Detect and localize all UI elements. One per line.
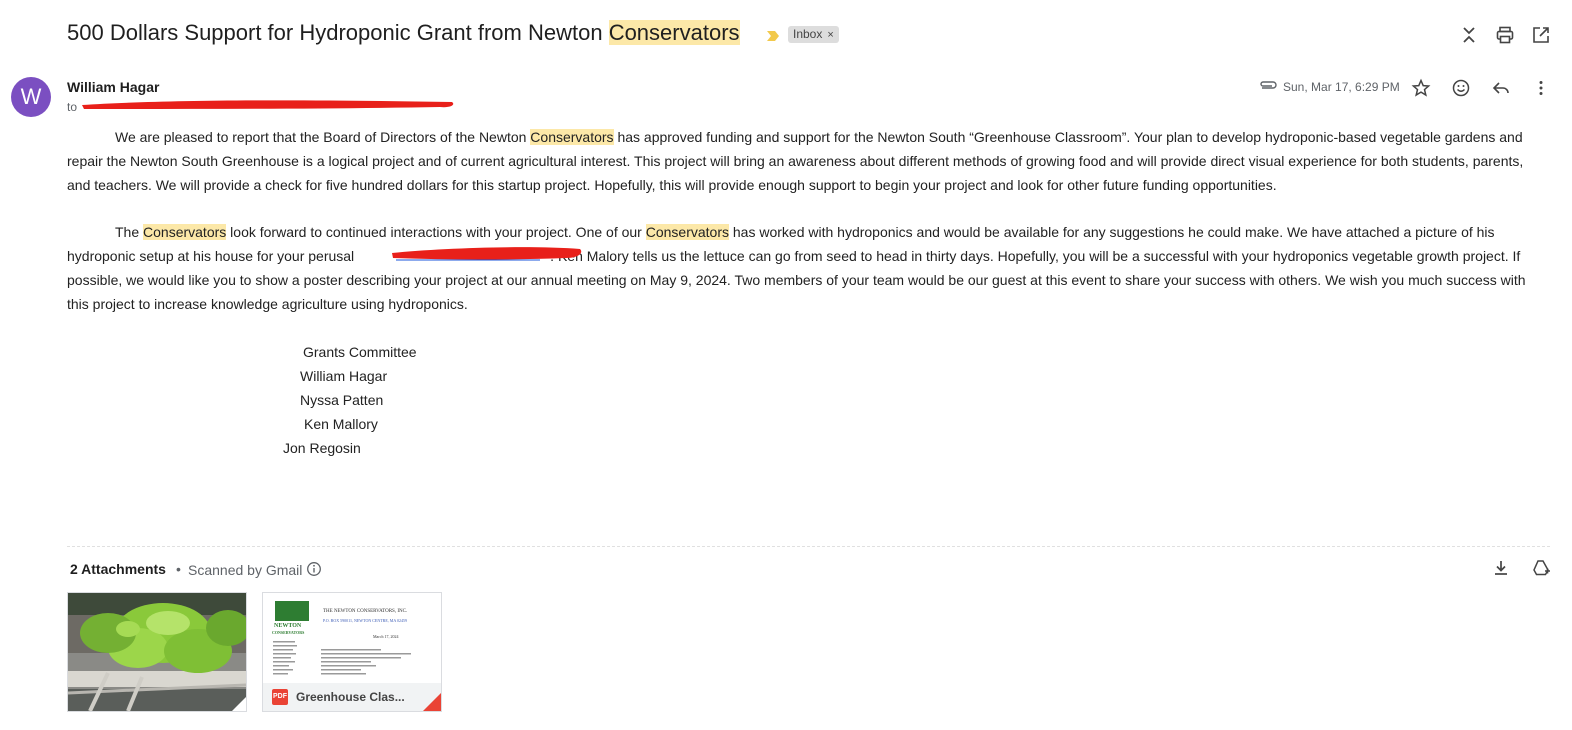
add-to-drive-icon[interactable] (1531, 558, 1551, 583)
download-all-icon[interactable] (1491, 558, 1511, 583)
signature-line: Grants Committee (303, 344, 417, 360)
star-icon[interactable] (1411, 78, 1431, 98)
sender-name[interactable]: William Hagar (67, 79, 159, 95)
collapse-all-icon[interactable] (1459, 25, 1479, 45)
recipient-redaction (80, 97, 458, 116)
recipient-to-label: to (67, 100, 78, 114)
info-icon[interactable] (306, 561, 322, 582)
email-subject: 500 Dollars Support for Hydroponic Grant… (67, 20, 740, 46)
attachment-file-bar: PDF Greenhouse Clas... (263, 683, 441, 711)
signature-line: William Hagar (300, 368, 388, 384)
thumbnail-fold (422, 692, 441, 711)
importance-marker-icon[interactable] (766, 29, 780, 47)
signature-line: Ken Mallory (304, 416, 378, 432)
body-paragraph-1: We are pleased to report that the Board … (67, 129, 1524, 193)
doc-logo-line1: NEWTON (274, 623, 302, 629)
inbox-label-chip[interactable]: Inbox × (788, 26, 839, 43)
attachments-divider (67, 546, 1550, 547)
conservators-logo (275, 601, 309, 621)
hydroponic-photo-image (68, 593, 246, 711)
link-redaction (390, 244, 584, 267)
print-icon[interactable] (1495, 25, 1515, 45)
thumbnail-fold (231, 696, 246, 711)
open-in-new-window-icon[interactable] (1531, 25, 1551, 45)
doc-address: P.O. BOX 590011, NEWTON CENTRE, MA 02459 (323, 618, 408, 623)
doc-text-lines (273, 641, 411, 675)
attachment-pdf-thumbnail[interactable]: NEWTON CONSERVATORS THE NEWTON CONSERVAT… (262, 592, 442, 712)
pdf-icon: PDF (272, 689, 288, 705)
attachments-count: 2 Attachments (70, 561, 166, 577)
inbox-label-text: Inbox (793, 27, 823, 41)
more-options-icon[interactable] (1531, 78, 1551, 98)
remove-label-icon[interactable]: × (827, 29, 833, 41)
doc-org-name: THE NEWTON CONSERVATORS, INC. (323, 609, 408, 614)
body-paragraph-2: The Conservators look forward to continu… (67, 224, 1526, 312)
attachment-clip-icon (1258, 79, 1278, 98)
signature-line: Nyssa Patten (300, 392, 384, 408)
search-highlight: Conservators (530, 129, 614, 145)
subject-text: 500 Dollars Support for Hydroponic Grant… (67, 20, 609, 45)
attachments-separator: • (176, 561, 181, 577)
sender-avatar[interactable]: W (11, 77, 51, 117)
attachment-file-name: Greenhouse Clas... (296, 690, 405, 704)
reply-icon[interactable] (1491, 78, 1511, 98)
message-date: Sun, Mar 17, 6:29 PM (1283, 80, 1400, 94)
attachment-photo-thumbnail[interactable] (67, 592, 247, 712)
scanned-by-gmail-label: Scanned by Gmail (188, 562, 303, 578)
search-highlight: Conservators (645, 224, 729, 240)
emoji-reaction-icon[interactable] (1451, 78, 1471, 98)
subject-search-highlight: Conservators (608, 20, 740, 45)
search-highlight: Conservators (143, 224, 227, 240)
signature-line: Jon Regosin (283, 440, 361, 456)
doc-logo-line2: CONSERVATORS (272, 630, 305, 635)
